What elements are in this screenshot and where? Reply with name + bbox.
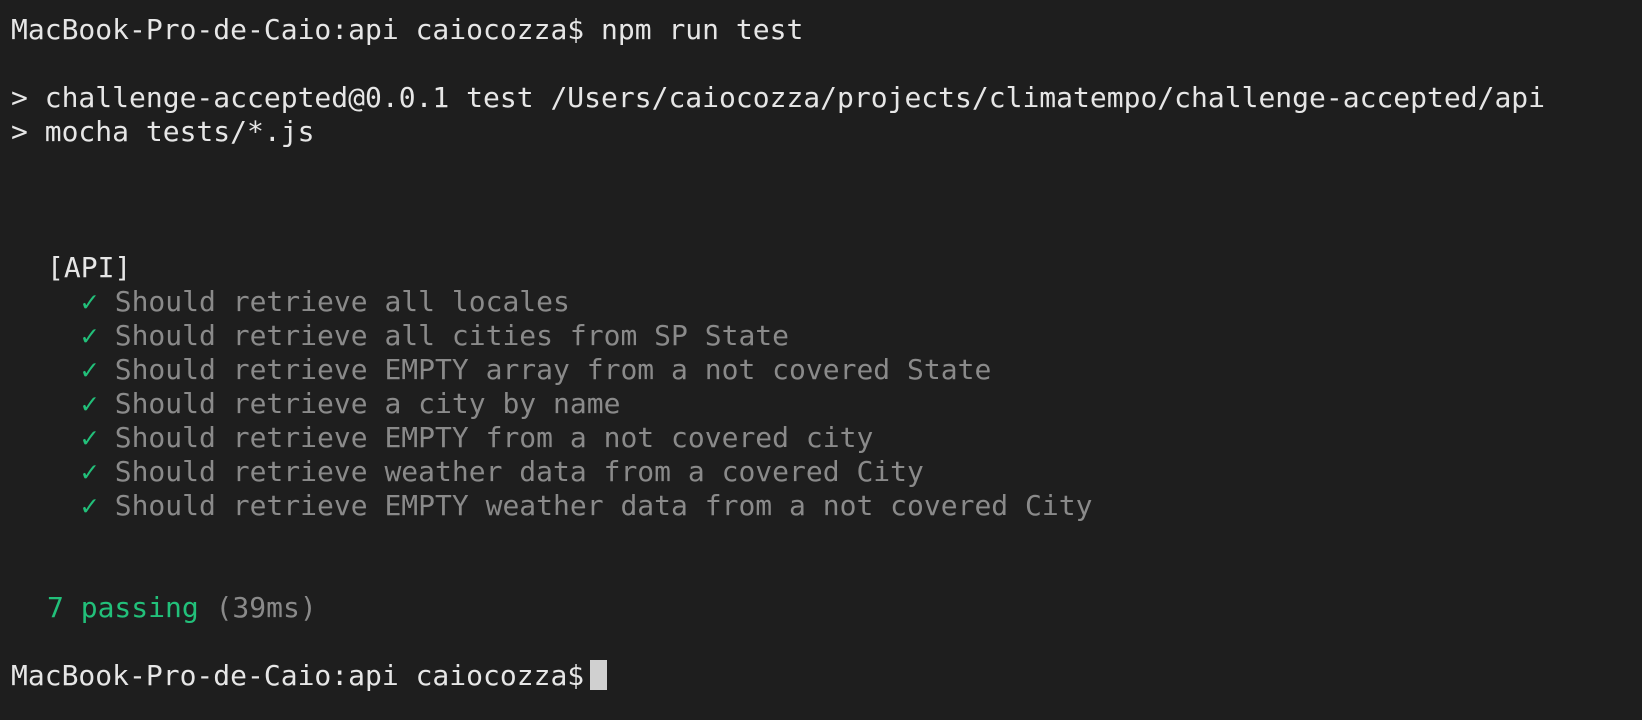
test-result-row: ✓ Should retrieve EMPTY array from a not…: [11, 353, 1631, 387]
test-name: Should retrieve EMPTY weather data from …: [114, 489, 1093, 522]
checkmark-icon: ✓: [81, 319, 98, 352]
npm-output-line: > challenge-accepted@0.0.1 test /Users/c…: [11, 81, 1546, 114]
test-result-row: ✓ Should retrieve all cities from SP Sta…: [11, 319, 1631, 353]
text-cursor: [590, 660, 608, 690]
checkmark-icon: ✓: [81, 455, 98, 488]
test-suite-title: [API]: [47, 251, 132, 284]
test-result-row: ✓ Should retrieve EMPTY weather data fro…: [11, 489, 1631, 523]
terminal-window[interactable]: MacBook-Pro-de-Caio:api caiocozza$ npm r…: [0, 0, 1642, 720]
test-result-row: ✓ Should retrieve a city by name: [11, 387, 1631, 421]
test-name: Should retrieve all cities from SP State: [114, 319, 790, 352]
shell-prompt: MacBook-Pro-de-Caio:api caiocozza$: [11, 13, 585, 46]
npm-output-line: > mocha tests/*.js: [11, 115, 315, 148]
checkmark-icon: ✓: [81, 489, 98, 522]
test-name: Should retrieve all locales: [114, 285, 570, 318]
test-name: Should retrieve a city by name: [114, 387, 621, 420]
checkmark-icon: ✓: [81, 387, 98, 420]
test-name: Should retrieve EMPTY array from a not c…: [114, 353, 992, 386]
shell-prompt: MacBook-Pro-de-Caio:api caiocozza$: [11, 659, 585, 692]
test-summary: 7 passing (39ms): [11, 591, 1631, 625]
test-duration: (39ms): [215, 591, 317, 624]
test-name: Should retrieve weather data from a cove…: [114, 455, 924, 488]
test-result-row: ✓ Should retrieve EMPTY from a not cover…: [11, 421, 1631, 455]
passing-count: 7 passing: [47, 591, 199, 624]
test-result-row: ✓ Should retrieve weather data from a co…: [11, 455, 1631, 489]
command-line: MacBook-Pro-de-Caio:api caiocozza$ npm r…: [11, 13, 1631, 47]
checkmark-icon: ✓: [81, 353, 98, 386]
test-name: Should retrieve EMPTY from a not covered…: [114, 421, 874, 454]
final-prompt-line[interactable]: MacBook-Pro-de-Caio:api caiocozza$: [11, 659, 1631, 693]
checkmark-icon: ✓: [81, 285, 98, 318]
test-result-row: ✓ Should retrieve all locales: [11, 285, 1631, 319]
command-text: npm run test: [601, 13, 804, 46]
checkmark-icon: ✓: [81, 421, 98, 454]
